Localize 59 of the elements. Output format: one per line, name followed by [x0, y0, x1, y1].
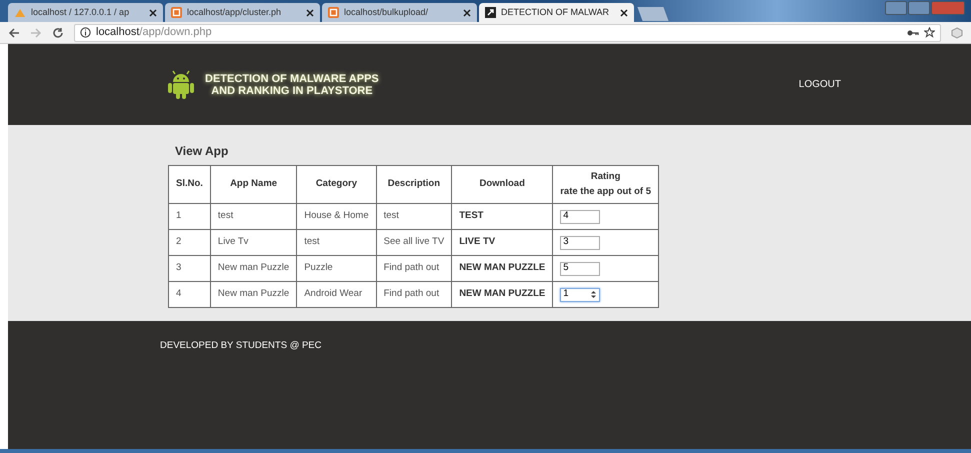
close-icon[interactable] — [149, 8, 157, 16]
close-icon[interactable] — [620, 8, 628, 16]
site-title: DETECTION OF MALWARE APPS AND RANKING IN PLAYSTORE — [205, 72, 379, 96]
reload-icon[interactable] — [52, 26, 64, 38]
table-cell: Find path out — [376, 282, 452, 308]
logout-link[interactable]: LOGOUT — [798, 77, 841, 92]
download-link[interactable]: NEW MAN PUZZLE — [452, 256, 553, 282]
tab-title: localhost/app/cluster.ph — [187, 6, 282, 19]
key-icon[interactable] — [907, 28, 919, 36]
rating-field[interactable]: 4 — [560, 210, 600, 224]
section-title: View App — [175, 143, 230, 160]
column-header: Download — [452, 166, 553, 204]
table-cell: 1 — [168, 204, 210, 230]
download-link[interactable]: TEST — [452, 204, 553, 230]
info-icon[interactable] — [80, 27, 91, 38]
close-icon[interactable] — [306, 8, 314, 16]
tab-title: localhost/bulkupload/ — [344, 6, 430, 19]
column-header: Description — [376, 166, 452, 204]
column-header: Rating rate the app out of 5 — [552, 166, 659, 204]
rating-field[interactable]: 3 — [560, 236, 600, 250]
page-icon — [485, 7, 496, 18]
table-cell: Puzzle — [296, 256, 376, 282]
table-cell: Find path out — [376, 256, 452, 282]
browser-tab[interactable]: localhost / 127.0.0.1 / ap — [8, 3, 163, 22]
table-cell: test — [376, 204, 452, 230]
table-cell: Android Wear — [296, 282, 376, 308]
tab-title: DETECTION OF MALWAR — [501, 6, 610, 19]
table-cell: House & Home — [296, 204, 376, 230]
download-link[interactable]: NEW MAN PUZZLE — [452, 282, 553, 308]
close-icon[interactable] — [463, 8, 471, 16]
table-cell: test — [210, 204, 297, 230]
table-cell: 2 — [168, 230, 210, 256]
browser-tab[interactable]: localhost/app/cluster.ph — [165, 3, 320, 22]
column-header: Category — [296, 166, 376, 204]
table-cell: New man Puzzle — [210, 256, 297, 282]
column-header: Sl.No. — [168, 166, 210, 204]
download-link[interactable]: LIVE TV — [452, 230, 553, 256]
android-logo — [165, 70, 197, 100]
table-cell: Live Tv — [210, 230, 297, 256]
rating-field[interactable]: 5 — [560, 262, 600, 276]
sail-icon — [14, 8, 26, 18]
spinner-icon[interactable] — [590, 290, 598, 299]
rating-field[interactable]: 1 — [560, 288, 600, 302]
extension-icon[interactable] — [951, 26, 963, 38]
tab-title: localhost / 127.0.0.1 / ap — [31, 6, 130, 19]
star-icon[interactable] — [924, 27, 935, 38]
browser-tab[interactable]: DETECTION OF MALWAR — [479, 3, 634, 22]
table-cell: See all live TV — [376, 230, 452, 256]
footer-text: DEVELOPED BY STUDENTS @ PEC — [160, 339, 323, 353]
back-icon[interactable] — [8, 26, 20, 38]
new-tab-button[interactable] — [637, 7, 669, 21]
table-cell: test — [296, 230, 376, 256]
browser-tab[interactable]: localhost/bulkupload/ — [322, 3, 477, 22]
table-cell: New man Puzzle — [210, 282, 297, 308]
column-header: App Name — [210, 166, 297, 204]
url-text: localhost/app/down.php — [96, 25, 212, 40]
table-cell: 4 — [168, 282, 210, 308]
address-bar[interactable]: localhost/app/down.php — [74, 24, 941, 42]
table-cell: 3 — [168, 256, 210, 282]
